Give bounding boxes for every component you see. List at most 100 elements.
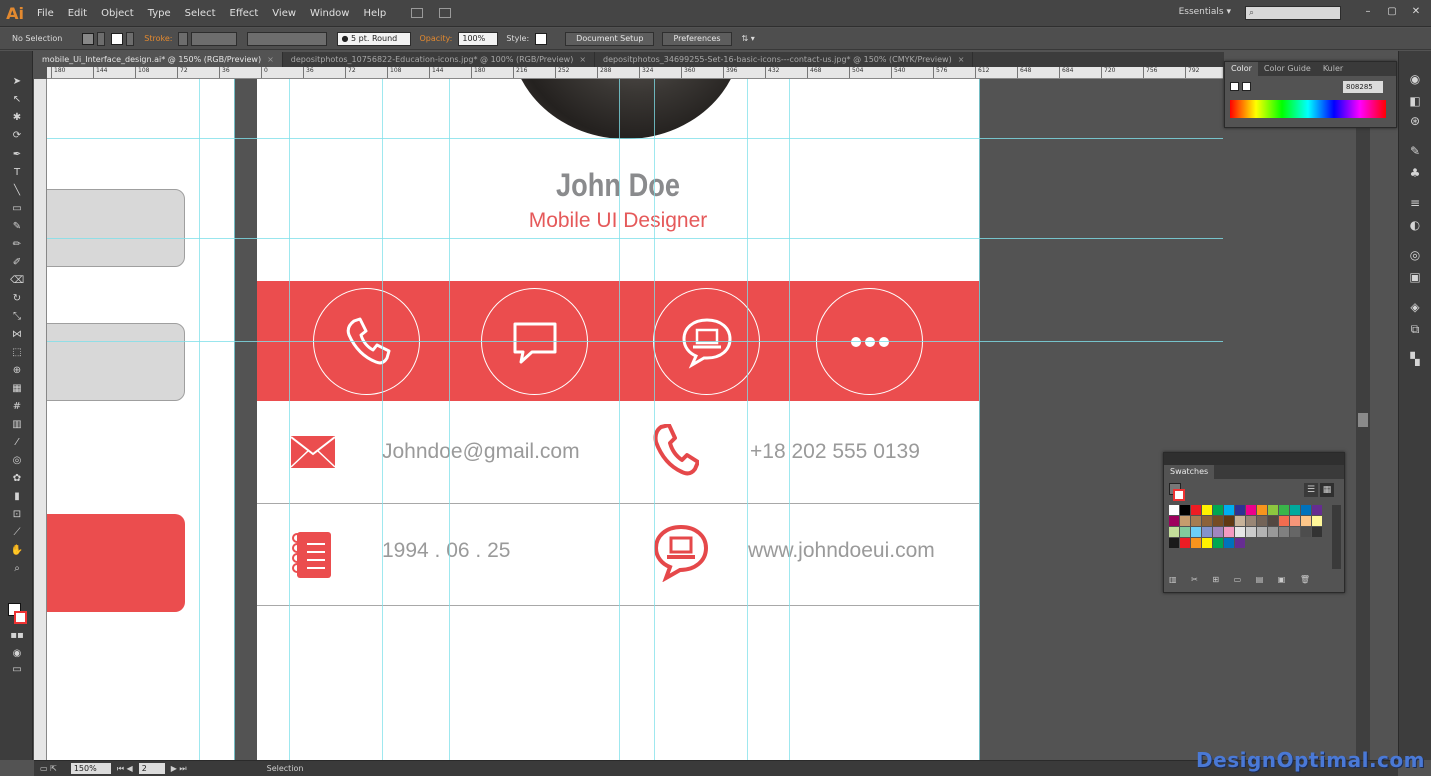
free-transform-tool-icon[interactable]: ⬚ [10,346,24,360]
color-swatch[interactable] [1312,527,1322,537]
color-swatch[interactable] [1268,516,1278,526]
drawing-mode-icon[interactable]: ◉ [10,647,24,661]
stroke-label[interactable]: Stroke: [144,34,172,43]
color-swatch[interactable] [1169,505,1179,515]
lasso-tool-icon[interactable]: ⟳ [10,129,24,143]
stroke-icon[interactable]: ≡ [1407,195,1423,211]
menu-window[interactable]: Window [303,0,356,27]
color-swatch[interactable] [1268,505,1278,515]
grid-view-icon[interactable]: ▦ [1320,483,1334,497]
stroke-color-icon[interactable] [14,611,27,624]
symbols-icon[interactable]: ♣ [1407,165,1423,181]
color-swatch[interactable] [1301,527,1311,537]
fill-swatch[interactable] [82,32,95,45]
document-tab-mobile-ui[interactable]: mobile_Ui_Interface_design.ai* @ 150% (R… [34,52,283,67]
color-swatch[interactable] [1213,527,1223,537]
magic-wand-tool-icon[interactable]: ✱ [10,111,24,125]
arrange-documents-icon[interactable] [439,8,452,18]
hand-tool-icon[interactable]: ✋ [10,544,24,558]
color-swatch[interactable] [1213,516,1223,526]
stroke-preview[interactable] [1173,489,1185,501]
color-swatch[interactable] [1169,527,1179,537]
swatch-scrollbar[interactable] [1332,505,1341,569]
maximize-button[interactable]: ▢ [1381,2,1403,20]
preferences-button[interactable]: Preferences [662,31,732,46]
color-spectrum[interactable] [1230,100,1386,118]
color-swatch[interactable] [1191,527,1201,537]
gradient-icon[interactable]: ◐ [1407,217,1423,233]
brushes-icon[interactable]: ✎ [1407,143,1423,159]
panel-grip[interactable] [1164,453,1344,465]
grey-button-shape[interactable] [47,323,185,401]
color-swatch[interactable] [1268,527,1278,537]
bridge-icon[interactable] [411,8,424,18]
blend-tool-icon[interactable]: ◎ [10,454,24,468]
artboard-number-field[interactable]: 2 [138,763,165,774]
profile-name[interactable]: John Doe [311,167,925,204]
selection-tool-icon[interactable]: ➤ [10,75,24,89]
color-swatch[interactable] [1224,538,1234,548]
opacity-label[interactable]: Opacity: [419,34,452,43]
menu-edit[interactable]: Edit [61,0,94,27]
color-swatch[interactable] [1213,505,1223,515]
document-setup-button[interactable]: Document Setup [565,31,655,46]
color-swatch[interactable] [1180,516,1190,526]
first-artboard-icon[interactable]: ⏮ ◀ [117,764,133,774]
color-swatch[interactable] [1191,516,1201,526]
color-swatch[interactable] [1312,516,1322,526]
shape-builder-tool-icon[interactable]: ⊕ [10,364,24,378]
perspective-grid-tool-icon[interactable]: ▦ [10,382,24,396]
color-swatch[interactable] [1301,516,1311,526]
website-text[interactable]: www.johndoeui.com [748,539,935,563]
graphic-style-swatch[interactable] [535,32,548,45]
menu-object[interactable]: Object [94,0,141,27]
none-swatch-icon[interactable] [1230,82,1239,91]
line-tool-icon[interactable]: ╲ [10,184,24,198]
color-swatch[interactable] [1279,527,1289,537]
profile-photo[interactable] [510,79,742,139]
rotate-tool-icon[interactable]: ↻ [10,292,24,306]
layers-icon[interactable]: ◈ [1407,299,1423,315]
guide-vertical[interactable] [619,79,620,760]
paintbrush-tool-icon[interactable]: ✎ [10,220,24,234]
color-swatch[interactable] [1301,505,1311,515]
color-swatch[interactable] [1279,505,1289,515]
color-swatch[interactable] [1202,527,1212,537]
menu-effect[interactable]: Effect [223,0,266,27]
horizontal-ruler[interactable]: 180 144 108 72 36 0 36 72 108 144 180 216 252 288 324 3… [47,67,1223,79]
guide-vertical[interactable] [449,79,450,760]
minimize-button[interactable]: – [1357,2,1379,20]
slice-tool-icon[interactable]: ⟋ [10,526,24,540]
gradient-tool-icon[interactable]: ▥ [10,418,24,432]
eraser-tool-icon[interactable]: ⌫ [10,274,24,288]
color-swatch[interactable] [1202,516,1212,526]
color-swatch[interactable] [1257,516,1267,526]
close-tab-icon[interactable]: × [958,55,965,64]
type-tool-icon[interactable]: T [10,166,24,180]
color-swatch[interactable] [1169,516,1179,526]
width-tool-icon[interactable]: ⋈ [10,328,24,342]
color-swatch[interactable] [1257,527,1267,537]
email-text[interactable]: Johndoe@gmail.com [382,440,580,464]
artboard-tool-icon[interactable]: ⊡ [10,508,24,522]
vertical-ruler[interactable] [34,79,47,760]
menu-file[interactable]: File [30,0,61,27]
swatches-title[interactable]: Swatches [1164,465,1215,479]
mesh-tool-icon[interactable]: # [10,400,24,414]
close-tab-icon[interactable]: × [579,55,586,64]
guide-horizontal[interactable] [47,138,1223,139]
menu-view[interactable]: View [265,0,303,27]
current-tool-status[interactable]: Selection [267,764,304,773]
blob-brush-tool-icon[interactable]: ✐ [10,256,24,270]
menu-type[interactable]: Type [141,0,178,27]
stroke-swatch[interactable] [111,32,124,45]
color-swatch[interactable] [1279,516,1289,526]
align-icon[interactable]: ▚ [1407,351,1423,367]
color-swatch[interactable] [1224,516,1234,526]
guide-vertical[interactable] [979,79,980,760]
guide-vertical[interactable] [382,79,383,760]
close-button[interactable]: ✕ [1405,2,1427,20]
menu-select[interactable]: Select [178,0,223,27]
color-swatch[interactable] [1235,527,1245,537]
color-swatch[interactable] [1235,538,1245,548]
